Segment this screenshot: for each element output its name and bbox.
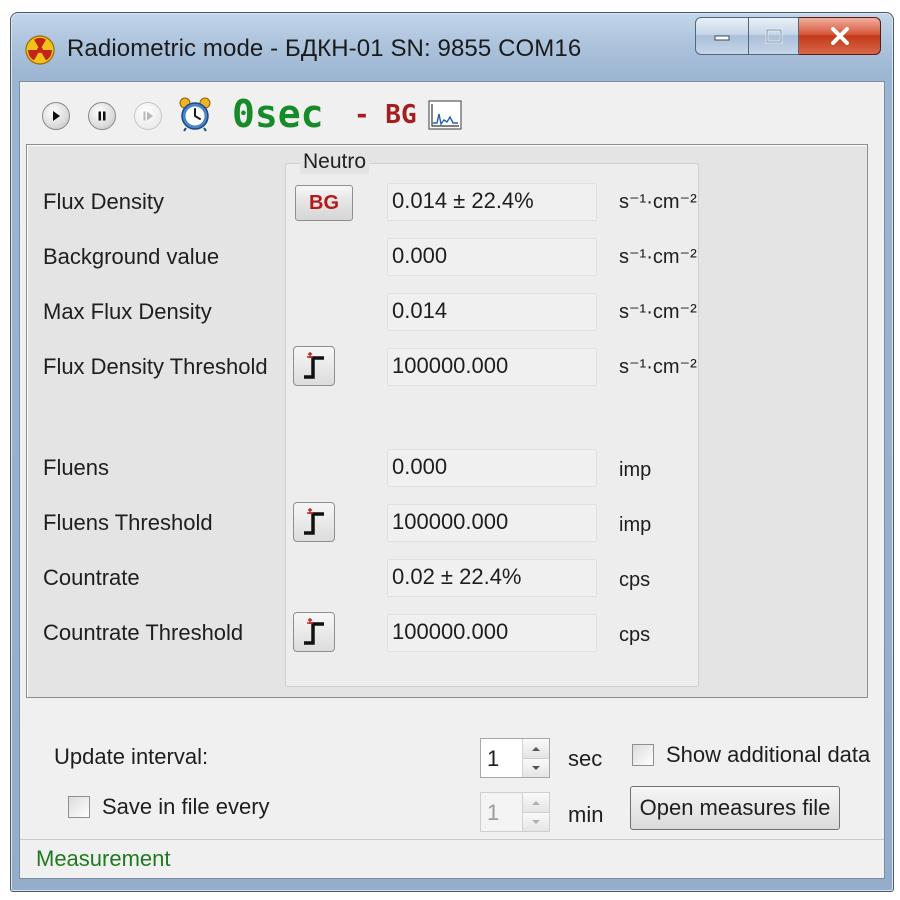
title-bar[interactable]: Radiometric mode - БДКН-01 SN: 9855 COM1…: [11, 13, 893, 79]
spin-down-button[interactable]: [523, 758, 549, 777]
elapsed-timer: 0sec: [232, 92, 324, 136]
update-interval-value[interactable]: 1: [487, 746, 499, 772]
chevron-up-icon: [532, 746, 540, 751]
window-title: Radiometric mode - БДКН-01 SN: 9855 COM1…: [67, 35, 582, 62]
status-text: Measurement: [36, 846, 171, 871]
save-interval-value[interactable]: 1: [487, 800, 499, 826]
save-in-file-label[interactable]: Save in file every: [102, 794, 270, 820]
bg-indicator: - BG: [354, 100, 417, 130]
measurement-panel: Neutro Flux Density BG 0.014 ± 22.4% s⁻¹…: [26, 144, 868, 698]
save-interval-unit: min: [568, 802, 604, 827]
fluens-unit: imp: [619, 459, 652, 481]
countrate-threshold-unit: cps: [619, 624, 651, 646]
countrate-value: 0.02 ± 22.4%: [387, 559, 597, 597]
countrate-threshold-button[interactable]: [293, 612, 335, 652]
minimize-icon: [714, 35, 730, 41]
threshold-icon: [304, 618, 324, 645]
background-value-unit: s⁻¹·cm⁻²: [619, 246, 697, 268]
spin-down-button[interactable]: [523, 812, 549, 831]
fluens-threshold-unit: imp: [619, 514, 652, 536]
flux-density-threshold-button[interactable]: [293, 346, 335, 386]
chevron-down-icon: [532, 820, 540, 824]
flux-density-threshold-label: Flux Density Threshold: [43, 354, 268, 379]
radiation-icon: [25, 35, 55, 65]
max-flux-density-unit: s⁻¹·cm⁻²: [619, 301, 697, 323]
threshold-icon: [304, 508, 324, 535]
group-legend: Neutro: [300, 150, 370, 174]
save-interval-stepper[interactable]: 1: [480, 792, 550, 832]
fluens-threshold-button[interactable]: [293, 502, 335, 542]
play-button[interactable]: [42, 102, 70, 130]
graph-icon[interactable]: [428, 100, 462, 130]
spin-up-button[interactable]: [523, 739, 549, 758]
flux-density-label: Flux Density: [43, 189, 165, 214]
minimize-button[interactable]: [695, 17, 749, 55]
fluens-threshold-label: Fluens Threshold: [43, 510, 213, 535]
maximize-icon: [765, 28, 782, 44]
max-flux-density-label: Max Flux Density: [43, 299, 212, 324]
save-in-file-checkbox[interactable]: [68, 796, 90, 818]
countrate-threshold-value: 100000.000: [387, 614, 597, 652]
show-additional-checkbox[interactable]: [632, 744, 654, 766]
countrate-label: Countrate: [43, 565, 140, 590]
step-forward-button[interactable]: [134, 102, 162, 130]
pause-button[interactable]: [88, 102, 116, 130]
threshold-icon: [304, 352, 324, 379]
show-additional-label[interactable]: Show additional data: [666, 742, 870, 768]
update-interval-label: Update interval:: [54, 744, 209, 769]
flux-density-threshold-unit: s⁻¹·cm⁻²: [619, 356, 697, 378]
client-area: 0sec - BG Neutro Flux Density BG 0.014 ±…: [19, 81, 885, 879]
update-interval-unit: sec: [568, 746, 603, 771]
pause-icon: [98, 111, 106, 121]
countrate-threshold-label: Countrate Threshold: [43, 620, 244, 645]
close-icon: [830, 27, 849, 45]
background-value: 0.000: [387, 238, 597, 276]
max-flux-density-value: 0.014: [387, 293, 597, 331]
update-interval-stepper[interactable]: 1: [480, 738, 550, 778]
flux-density-unit: s⁻¹·cm⁻²: [619, 191, 697, 213]
settings-area: Update interval: 1 sec Show additional d…: [20, 700, 884, 840]
app-window: Radiometric mode - БДКН-01 SN: 9855 COM1…: [10, 12, 894, 892]
step-forward-icon: [143, 111, 153, 121]
fluens-value: 0.000: [387, 449, 597, 487]
status-bar: Measurement: [20, 839, 884, 878]
chevron-up-icon: [532, 800, 540, 805]
maximize-button[interactable]: [749, 17, 799, 55]
alarm-clock-icon[interactable]: [178, 96, 212, 132]
flux-density-threshold-value: 100000.000: [387, 348, 597, 386]
spin-up-button[interactable]: [523, 793, 549, 812]
close-button[interactable]: [799, 17, 881, 55]
background-value-label: Background value: [43, 244, 220, 269]
bg-button[interactable]: BG: [295, 185, 353, 221]
chevron-down-icon: [532, 766, 540, 770]
flux-density-value: 0.014 ± 22.4%: [387, 183, 597, 221]
play-icon: [53, 111, 60, 121]
countrate-unit: cps: [619, 569, 651, 591]
open-measures-file-button[interactable]: Open measures file: [630, 786, 840, 830]
toolbar: 0sec - BG: [20, 82, 884, 144]
fluens-threshold-value: 100000.000: [387, 504, 597, 542]
window-controls: [695, 17, 881, 57]
fluens-label: Fluens: [43, 455, 110, 480]
